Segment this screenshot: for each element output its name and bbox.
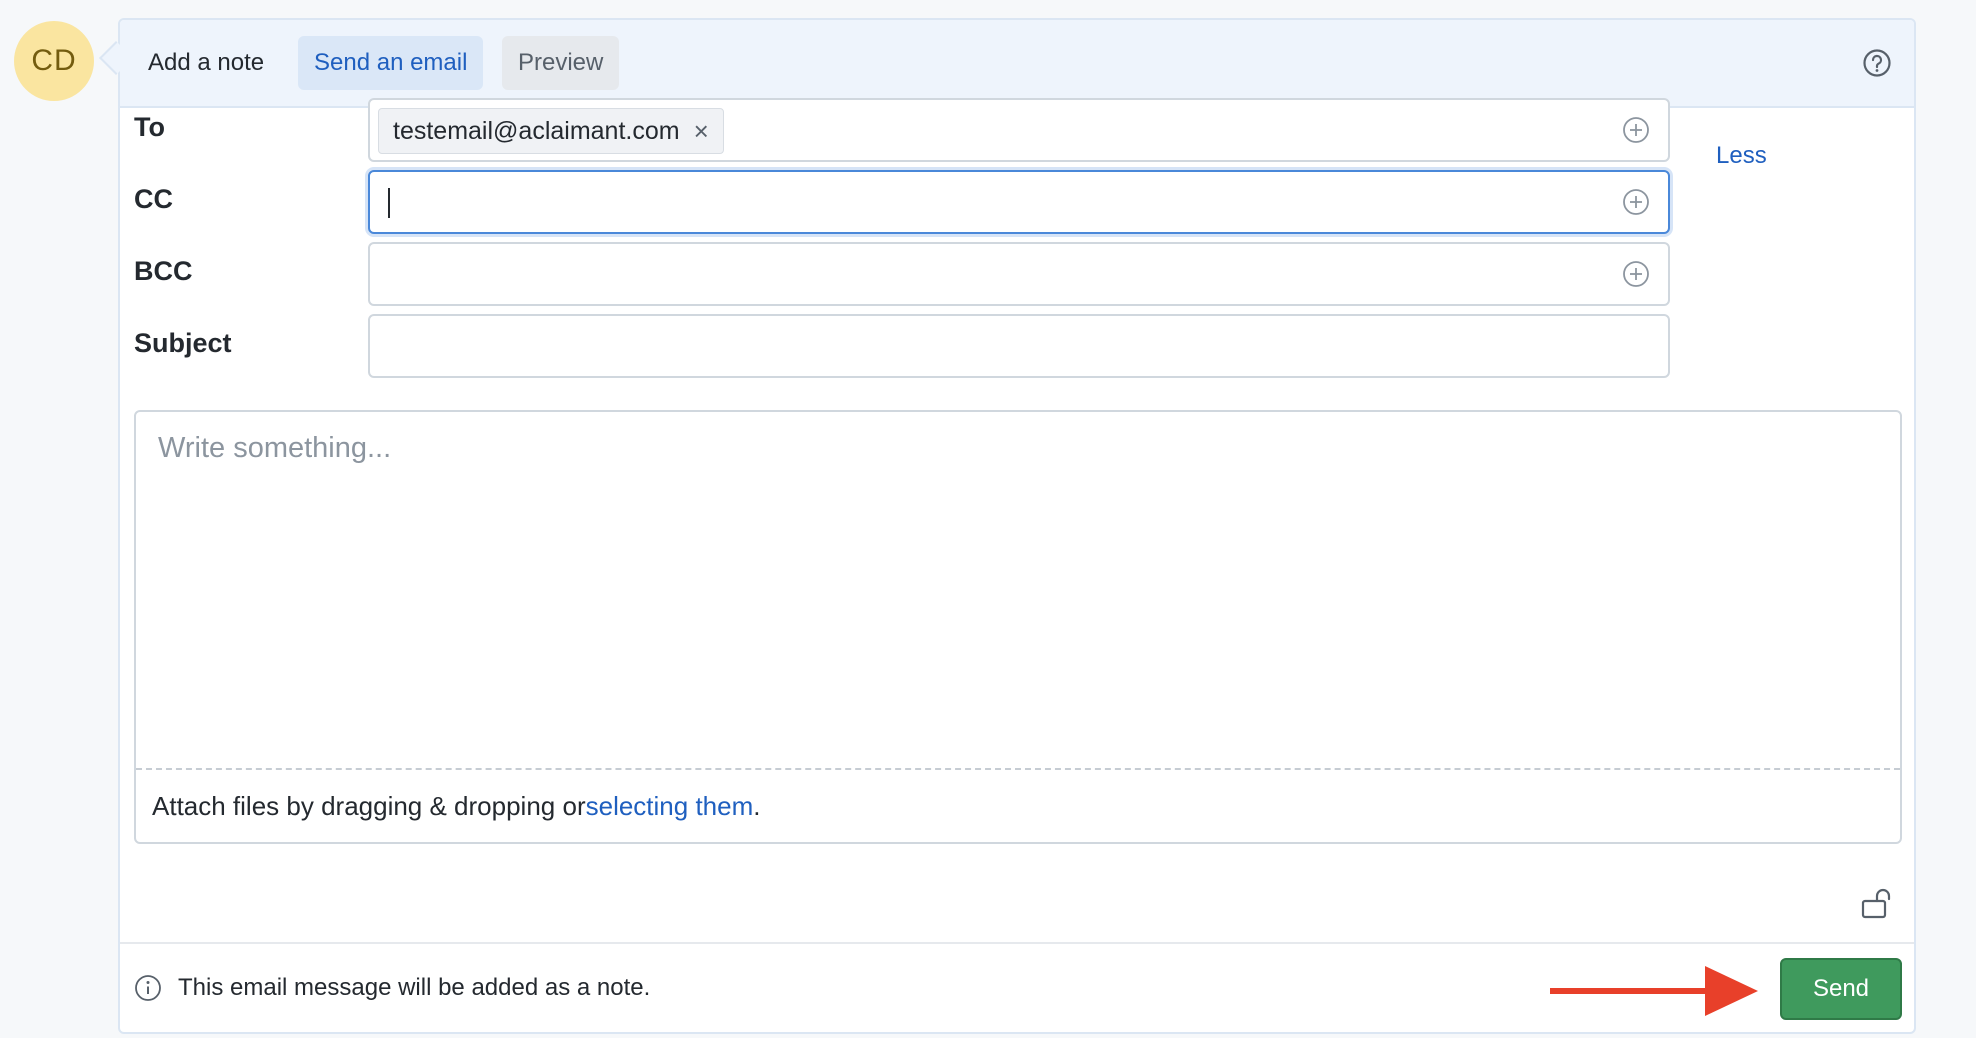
attach-files-text: Attach files by dragging & dropping or bbox=[152, 790, 586, 821]
less-link[interactable]: Less bbox=[1716, 142, 1767, 170]
subject-field[interactable] bbox=[368, 314, 1670, 378]
cc-field[interactable] bbox=[368, 170, 1670, 234]
remove-recipient-icon[interactable]: × bbox=[694, 116, 709, 147]
text-caret bbox=[388, 188, 390, 218]
send-button[interactable]: Send bbox=[1780, 958, 1902, 1020]
annotation-arrow-icon bbox=[1550, 966, 1758, 1016]
avatar: CD bbox=[14, 21, 94, 101]
attach-files-bar: Attach files by dragging & dropping or s… bbox=[136, 768, 1900, 842]
to-field[interactable]: testemail@aclaimant.com × bbox=[368, 98, 1670, 162]
info-icon bbox=[135, 975, 161, 1001]
add-bcc-recipient-icon[interactable] bbox=[1622, 260, 1650, 288]
message-body-input[interactable] bbox=[136, 412, 1900, 768]
unlock-icon[interactable] bbox=[1860, 886, 1894, 920]
tab-send-email[interactable]: Send an email bbox=[298, 36, 484, 90]
avatar-initials: CD bbox=[31, 44, 77, 77]
compose-footer: This email message will be added as a no… bbox=[120, 942, 1914, 1032]
tab-preview[interactable]: Preview bbox=[502, 36, 620, 90]
select-files-link[interactable]: selecting them bbox=[586, 791, 754, 822]
note-notice-text: This email message will be added as a no… bbox=[178, 974, 651, 1001]
add-to-recipient-icon[interactable] bbox=[1622, 116, 1650, 144]
bcc-label: BCC bbox=[134, 256, 193, 286]
compose-panel: Add a note Send an email Preview To test… bbox=[118, 18, 1916, 1034]
bcc-field[interactable] bbox=[368, 242, 1670, 306]
attach-files-period: . bbox=[753, 790, 761, 821]
recipient-email: testemail@aclaimant.com bbox=[393, 116, 680, 145]
tab-add-note[interactable]: Add a note bbox=[132, 36, 280, 90]
to-label: To bbox=[134, 112, 165, 142]
help-icon[interactable] bbox=[1862, 48, 1892, 78]
cc-label: CC bbox=[134, 184, 173, 214]
add-cc-recipient-icon[interactable] bbox=[1622, 188, 1650, 216]
message-editor: Attach files by dragging & dropping or s… bbox=[134, 410, 1902, 844]
tab-bar: Add a note Send an email Preview bbox=[120, 20, 1914, 108]
subject-label: Subject bbox=[134, 328, 232, 358]
recipient-chip: testemail@aclaimant.com × bbox=[378, 108, 724, 154]
